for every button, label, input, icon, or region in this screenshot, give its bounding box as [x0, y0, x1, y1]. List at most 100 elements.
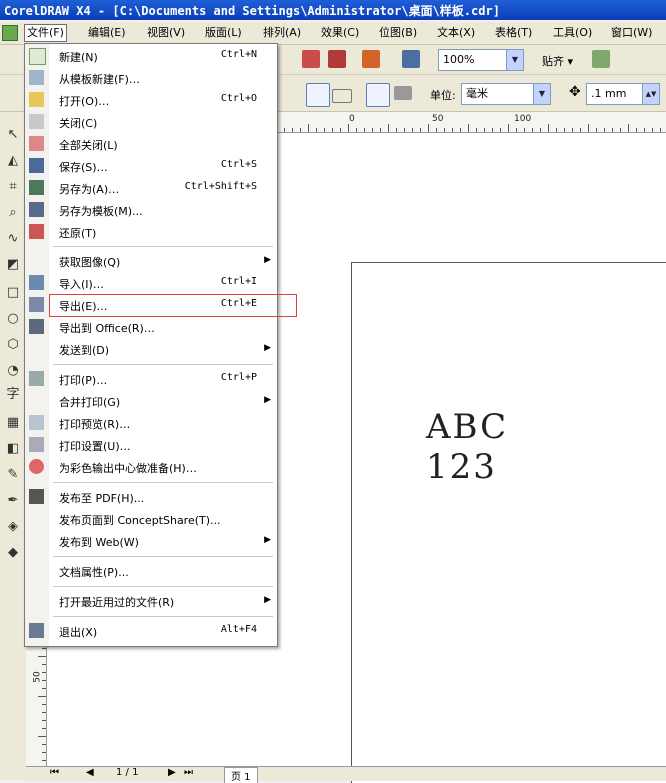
- export-icon[interactable]: [328, 50, 346, 68]
- menu-item-print-merge[interactable]: 合并打印(G) ▶: [25, 390, 277, 412]
- polygon-tool-icon[interactable]: ⬡: [4, 336, 22, 354]
- menu-item-shortcut: Ctrl+I: [220, 276, 257, 287]
- menu-table[interactable]: 表格(T): [493, 25, 534, 41]
- menu-separator: [53, 482, 273, 483]
- menu-item-save-as[interactable]: 另存为(A)… Ctrl+Shift+S: [25, 177, 277, 199]
- basic-shapes-icon[interactable]: ◔: [4, 362, 22, 380]
- ruler-tick: [324, 128, 325, 132]
- menu-arrange[interactable]: 排列(A): [261, 25, 303, 41]
- ruler-tick: [628, 124, 629, 132]
- menu-item-import[interactable]: 导入(I)… Ctrl+I: [25, 272, 277, 294]
- ruler-tick: [42, 760, 46, 761]
- app-icon[interactable]: [2, 25, 18, 41]
- menu-item-shortcut: Ctrl+Shift+S: [184, 181, 257, 192]
- eyedropper-icon[interactable]: ✎: [4, 466, 22, 484]
- color-output-icon: [29, 459, 44, 474]
- zoom-tool-icon[interactable]: ⌕: [4, 204, 22, 222]
- ruler-tick: [460, 128, 461, 132]
- nudge-distance-input[interactable]: .1 mm ▲▼: [586, 83, 660, 105]
- menu-item-save[interactable]: 保存(S)… Ctrl+S: [25, 155, 277, 177]
- menu-item-shortcut: Ctrl+S: [220, 159, 257, 170]
- menu-tools[interactable]: 工具(O): [551, 25, 594, 41]
- menu-item-label: 为彩色输出中心做准备(H)…: [59, 462, 197, 475]
- menu-item-save-as-template[interactable]: 另存为模板(M)...: [25, 199, 277, 221]
- unit-dropdown[interactable]: 毫米 ▼: [461, 83, 551, 105]
- menu-item-label: 另存为模板(M)...: [59, 205, 143, 218]
- table-tool-icon[interactable]: ▦: [4, 414, 22, 432]
- interactive-fill-icon[interactable]: ◆: [4, 544, 22, 562]
- menu-effects[interactable]: 效果(C): [319, 25, 361, 41]
- menu-item-export-to-office[interactable]: 导出到 Office(R)…: [25, 316, 277, 338]
- ruler-tick: [596, 128, 597, 132]
- title-bar: CorelDRAW X4 - [C:\Documents and Setting…: [0, 0, 666, 20]
- text-tool-icon[interactable]: 字: [4, 386, 22, 404]
- menu-item-print-setup[interactable]: 打印设置(U)…: [25, 434, 277, 456]
- menu-edit[interactable]: 编辑(E): [86, 25, 128, 41]
- import-icon[interactable]: [302, 50, 320, 68]
- rectangle-tool-icon[interactable]: □: [4, 284, 22, 302]
- current-page-button[interactable]: [394, 86, 412, 100]
- menu-item-print[interactable]: 打印(P)… Ctrl+P: [25, 368, 277, 390]
- menu-item-label: 从模板新建(F)…: [59, 73, 140, 86]
- landscape-button[interactable]: [332, 89, 352, 103]
- menu-item-close[interactable]: 关闭(C): [25, 111, 277, 133]
- welcome-screen-icon[interactable]: [402, 50, 420, 68]
- submenu-arrow-icon: ▶: [264, 395, 271, 405]
- shape-tool-icon[interactable]: ◭: [4, 152, 22, 170]
- crop-tool-icon[interactable]: ⌗: [4, 178, 22, 196]
- menu-item-print-preview[interactable]: 打印预览(R)…: [25, 412, 277, 434]
- portrait-button[interactable]: [306, 83, 330, 107]
- menu-item-publish-to-web[interactable]: 发布到 Web(W) ▶: [25, 530, 277, 552]
- first-page-icon[interactable]: ⏮: [50, 767, 59, 778]
- ellipse-tool-icon[interactable]: ○: [4, 310, 22, 328]
- menu-item-close-all[interactable]: 全部关闭(L): [25, 133, 277, 155]
- ruler-tick: [316, 128, 317, 132]
- menu-layout[interactable]: 版面(L): [203, 25, 244, 41]
- menu-window[interactable]: 窗口(W): [609, 25, 654, 41]
- menu-item-new-from-template[interactable]: 从模板新建(F)…: [25, 67, 277, 89]
- document-text-line[interactable]: 123: [426, 447, 497, 487]
- menu-view[interactable]: 视图(V): [145, 25, 187, 41]
- snap-label: 贴齐: [542, 55, 564, 68]
- outline-tool-icon[interactable]: ✒: [4, 492, 22, 510]
- ruler-tick: [42, 680, 46, 681]
- menu-item-document-properties[interactable]: 文档属性(P)...: [25, 560, 277, 582]
- fill-tool-icon[interactable]: ◈: [4, 518, 22, 536]
- menu-item-label: 全部关闭(L): [59, 139, 118, 152]
- menu-item-prepare-for-service-bureau[interactable]: 为彩色输出中心做准备(H)…: [25, 456, 277, 478]
- menu-item-publish-to-conceptshare[interactable]: 发布页面到 ConceptShare(T)...: [25, 508, 277, 530]
- menu-separator: [53, 616, 273, 617]
- menu-separator: [53, 556, 273, 557]
- snap-to-button[interactable]: 贴齐 ▾: [542, 53, 573, 69]
- template-icon: [29, 70, 44, 85]
- options-icon[interactable]: [592, 50, 610, 68]
- freehand-tool-icon[interactable]: ∿: [4, 230, 22, 248]
- menu-file[interactable]: 文件(F): [24, 24, 67, 42]
- page-tab[interactable]: 页 1: [224, 767, 258, 783]
- menu-item-new[interactable]: 新建(N) Ctrl+N: [25, 45, 277, 67]
- document-page[interactable]: ABC 123: [351, 262, 666, 783]
- all-pages-button[interactable]: [366, 83, 390, 107]
- menu-item-publish-to-pdf[interactable]: 发布至 PDF(H)...: [25, 486, 277, 508]
- menu-item-recent-files[interactable]: 打开最近用过的文件(R) ▶: [25, 590, 277, 612]
- submenu-arrow-icon: ▶: [264, 255, 271, 265]
- ruler-tick: [42, 648, 46, 649]
- menu-bitmaps[interactable]: 位图(B): [377, 25, 419, 41]
- next-page-icon[interactable]: ▶: [168, 767, 176, 778]
- menu-item-exit[interactable]: 退出(X) Alt+F4: [25, 620, 277, 642]
- zoom-dropdown[interactable]: 100% ▼: [438, 49, 524, 71]
- application-launcher-icon[interactable]: [362, 50, 380, 68]
- last-page-icon[interactable]: ⏭: [184, 767, 193, 778]
- menu-item-revert[interactable]: 还原(T): [25, 221, 277, 243]
- smart-fill-icon[interactable]: ◩: [4, 256, 22, 274]
- pick-tool-icon[interactable]: ↖: [4, 126, 22, 144]
- open-folder-icon: [29, 92, 44, 107]
- document-text-line[interactable]: ABC: [426, 407, 508, 447]
- parallel-dimension-icon[interactable]: ◧: [4, 440, 22, 458]
- menu-item-shortcut: Alt+F4: [220, 624, 257, 635]
- menu-item-open[interactable]: 打开(O)… Ctrl+O: [25, 89, 277, 111]
- menu-item-acquire-image[interactable]: 获取图像(Q) ▶: [25, 250, 277, 272]
- menu-text[interactable]: 文本(X): [435, 25, 477, 41]
- prev-page-icon[interactable]: ◀: [86, 767, 94, 778]
- menu-item-send-to[interactable]: 发送到(D) ▶: [25, 338, 277, 360]
